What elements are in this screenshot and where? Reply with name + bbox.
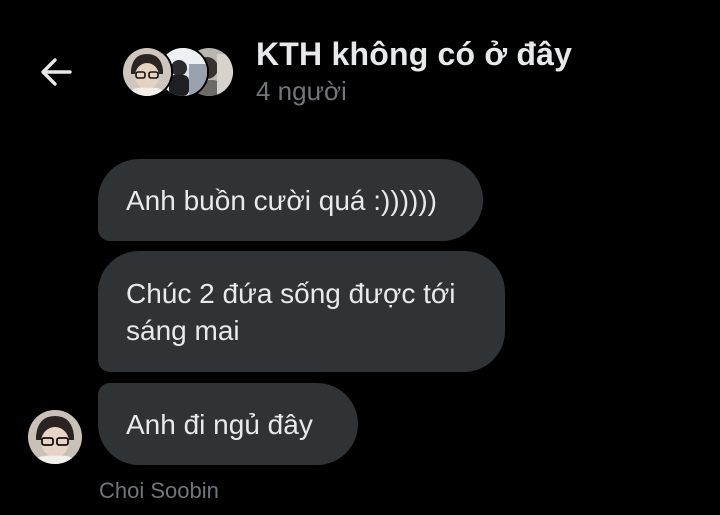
sender-avatar[interactable] <box>28 410 82 464</box>
message-text: Anh đi ngủ đây <box>126 408 313 440</box>
message-text: Anh buồn cười quá :)))))) <box>126 184 437 216</box>
conversation-header: KTH không có ở đây 4 người <box>0 0 720 130</box>
sender-name[interactable]: Choi Soobin <box>99 478 219 504</box>
message-bubble[interactable]: Anh buồn cười quá :)))))) <box>98 159 483 241</box>
conversation-title[interactable]: KTH không có ở đây <box>256 36 572 73</box>
back-button[interactable] <box>32 50 80 94</box>
group-avatar-stack[interactable] <box>121 46 235 98</box>
message-text: Chúc 2 đứa sống được tới sáng mai <box>126 277 456 346</box>
arrow-left-icon <box>41 58 72 86</box>
member-count[interactable]: 4 người <box>256 76 347 107</box>
message-bubble[interactable]: Anh đi ngủ đây <box>98 383 358 465</box>
message-bubble[interactable]: Chúc 2 đứa sống được tới sáng mai <box>98 251 505 372</box>
group-member-avatar-1 <box>121 46 173 98</box>
